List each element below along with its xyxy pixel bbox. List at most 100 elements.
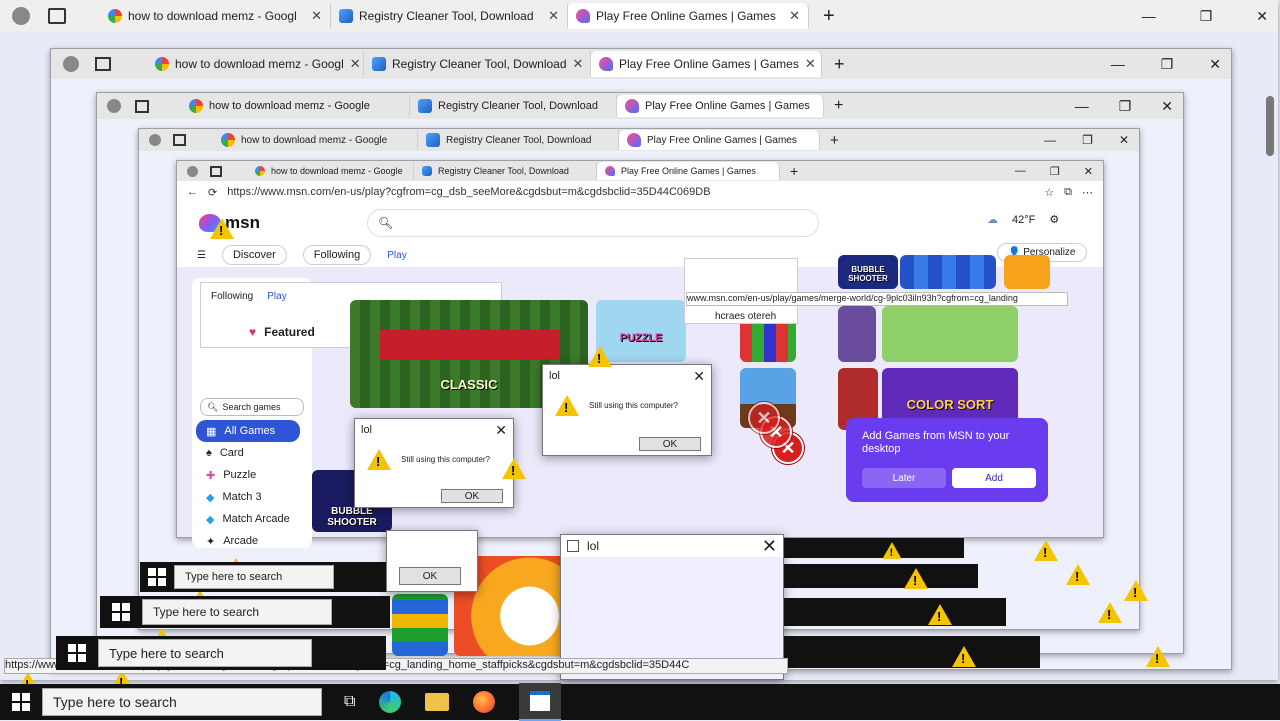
right-scrollbar[interactable] <box>1266 96 1274 156</box>
firefox-icon[interactable] <box>473 691 496 713</box>
close-icon[interactable]: ✕ <box>789 8 800 24</box>
close-window-icon[interactable]: ✕ <box>1256 8 1268 25</box>
tab-play[interactable]: Play Free Online Games | Games ✕ <box>591 51 822 77</box>
tab-registry[interactable]: Registry Cleaner Tool, Download ✕ <box>364 51 591 77</box>
close-icon[interactable]: ✕ <box>762 536 777 557</box>
refresh-icon[interactable]: ⟳ <box>208 186 217 199</box>
edge-icon[interactable] <box>379 691 402 713</box>
ok-button[interactable]: OK <box>399 567 461 585</box>
minimize-icon[interactable]: — <box>1015 165 1026 177</box>
maximize-icon[interactable]: ❐ <box>1161 56 1174 73</box>
profile-icon[interactable] <box>107 99 121 113</box>
close-window-icon[interactable]: ✕ <box>1209 56 1221 73</box>
task-view-icon[interactable]: ⧉ <box>344 693 355 711</box>
sidebar-item-match3[interactable]: ◆ Match 3 <box>196 486 300 508</box>
sidebar-item-match-arcade[interactable]: ◆ Match Arcade <box>196 508 300 530</box>
collections-icon[interactable]: ⧉ <box>1064 186 1072 199</box>
taskbar-search[interactable]: Type here to search <box>42 688 322 716</box>
close-window-icon[interactable]: ✕ <box>1161 98 1173 115</box>
new-tab-icon[interactable]: + <box>823 5 835 28</box>
maximize-icon[interactable]: ❐ <box>1050 165 1060 178</box>
new-tab-icon[interactable]: + <box>834 97 843 115</box>
new-tab-icon[interactable]: + <box>790 163 798 179</box>
promo-add-button[interactable]: Add <box>952 468 1036 488</box>
taskbar-search[interactable]: Type here to search <box>174 565 334 589</box>
tab-actions-icon[interactable] <box>210 165 222 177</box>
sidebar-item-puzzle[interactable]: ✚ Puzzle <box>196 464 300 486</box>
close-window-icon[interactable]: ✕ <box>1084 165 1093 178</box>
sidebar-item-all-games[interactable]: ▦ All Games <box>196 420 300 442</box>
game-tile-mahjong[interactable] <box>838 306 876 362</box>
tab-actions-icon[interactable] <box>135 99 149 113</box>
tab-play[interactable]: Play Free Online Games | Games ✕ <box>568 3 809 29</box>
url-text[interactable]: https://www.msn.com/en-us/play?cgfrom=cg… <box>227 186 1034 198</box>
close-window-icon[interactable]: ✕ <box>1119 133 1129 147</box>
close-icon[interactable]: ✕ <box>573 56 584 72</box>
maximize-icon[interactable]: ❐ <box>1082 133 1093 147</box>
search-games-input[interactable]: 🔍︎ Search games <box>200 398 304 416</box>
close-icon[interactable]: ✕ <box>693 368 705 385</box>
tab-google[interactable]: how to download memz - Googl ✕ <box>100 3 331 29</box>
game-tile-stickman-2[interactable] <box>1004 255 1050 289</box>
tab-actions-icon[interactable] <box>95 57 111 71</box>
windows-start-icon[interactable] <box>68 644 86 662</box>
tab-registry[interactable]: Registry Cleaner Tool, Download <box>418 130 619 150</box>
sidebar-item-arcade[interactable]: ✦ Arcade <box>196 530 300 552</box>
new-tab-icon[interactable]: + <box>834 54 845 75</box>
menu-icon[interactable]: ☰ <box>197 250 206 261</box>
address-bar[interactable]: ← ⟳ https://www.msn.com/en-us/play?cgfro… <box>177 181 1103 204</box>
close-icon[interactable]: ✕ <box>350 56 361 72</box>
minimize-icon[interactable]: — <box>1111 56 1125 72</box>
minimize-icon[interactable]: — <box>1044 133 1056 147</box>
windows-start-icon[interactable] <box>148 568 166 586</box>
app-window-icon[interactable] <box>519 683 562 721</box>
nav-discover[interactable]: Discover <box>221 245 287 265</box>
more-icon[interactable]: ⋯ <box>1082 186 1093 199</box>
search-box[interactable]: 🔍︎ <box>367 209 819 237</box>
tab-google[interactable]: how to download memz - Googl ✕ <box>147 51 364 77</box>
star-icon[interactable]: ☆ <box>1044 186 1054 199</box>
weather-temp[interactable]: 42°F <box>1012 214 1035 226</box>
ok-button[interactable]: OK <box>441 489 503 503</box>
nav-following[interactable]: Following <box>211 291 253 302</box>
maximize-icon[interactable]: ❐ <box>1119 98 1132 115</box>
file-explorer-icon[interactable] <box>425 693 450 711</box>
profile-icon[interactable] <box>63 56 79 72</box>
tab-registry[interactable]: Registry Cleaner Tool, Download ✕ <box>331 3 568 29</box>
nav-play[interactable]: Play <box>267 291 286 302</box>
promo-later-button[interactable]: Later <box>862 468 946 488</box>
back-icon[interactable]: ← <box>187 186 198 198</box>
profile-icon[interactable] <box>149 134 161 146</box>
maximize-icon[interactable]: ❐ <box>1200 8 1213 25</box>
settings-icon[interactable]: ⚙ <box>1049 213 1059 226</box>
game-tile-bubble-right[interactable]: BUBBLE SHOOTER <box>838 255 898 289</box>
minimize-icon[interactable]: — <box>1075 98 1089 114</box>
tab-registry[interactable]: Registry Cleaner Tool, Download <box>414 162 597 180</box>
tab-google[interactable]: how to download memz - Google <box>213 130 418 150</box>
ok-button[interactable]: OK <box>639 437 701 451</box>
nav-play[interactable]: Play <box>387 250 406 261</box>
windows-start-icon[interactable] <box>12 693 30 711</box>
taskbar-search[interactable]: Type here to search <box>98 639 312 667</box>
sidebar-item-card[interactable]: ♠ Card <box>196 442 300 464</box>
close-icon[interactable]: ✕ <box>495 422 507 439</box>
taskbar-search[interactable]: Type here to search <box>142 599 332 625</box>
game-tile-tetris[interactable] <box>392 594 448 656</box>
minimize-icon[interactable]: — <box>1142 8 1156 24</box>
close-icon[interactable]: ✕ <box>311 8 322 24</box>
tab-actions-icon[interactable] <box>173 134 186 146</box>
profile-icon[interactable] <box>187 165 198 177</box>
tab-actions-icon[interactable] <box>48 8 66 24</box>
close-icon[interactable]: ✕ <box>548 8 559 24</box>
new-tab-icon[interactable]: + <box>830 132 839 149</box>
tab-registry[interactable]: Registry Cleaner Tool, Download <box>410 95 617 117</box>
tab-google[interactable]: how to download memz - Google <box>181 95 410 117</box>
close-icon[interactable]: ✕ <box>805 56 816 72</box>
tab-play[interactable]: Play Free Online Games | Games <box>597 162 780 180</box>
tab-google[interactable]: how to download memz - Google <box>247 162 414 180</box>
game-tile-blockpuzzle[interactable] <box>900 255 996 289</box>
game-tile-merge[interactable] <box>882 306 1018 362</box>
tab-play[interactable]: Play Free Online Games | Games <box>619 130 820 150</box>
windows-start-icon[interactable] <box>112 603 130 621</box>
nav-following[interactable]: Following <box>302 245 372 265</box>
